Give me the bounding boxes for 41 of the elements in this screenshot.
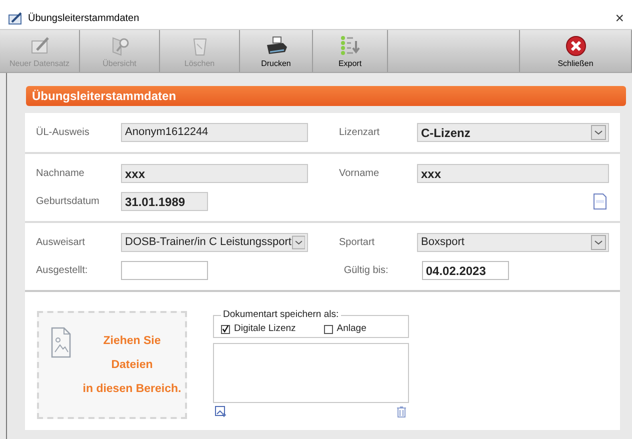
image-file-icon bbox=[51, 327, 71, 358]
field-label: ÜL-Ausweis bbox=[36, 126, 90, 140]
chevron-down-icon bbox=[292, 235, 305, 250]
input-field[interactable]: xxx bbox=[417, 164, 609, 183]
add-image-icon bbox=[215, 406, 227, 418]
field-label: Ausweisart bbox=[36, 236, 86, 250]
group-label: Dokumentart speichern als: bbox=[222, 308, 340, 322]
app-icon bbox=[8, 11, 24, 26]
checkbox[interactable]: Digitale Lizenz bbox=[221, 322, 296, 336]
drop-hint: Ziehen Sie Dateien in diesen Bereich. bbox=[82, 334, 182, 397]
dropdown[interactable]: C-Lizenz bbox=[417, 123, 609, 142]
toolbar-button[interactable]: Export bbox=[313, 30, 388, 72]
chevron-down-icon bbox=[591, 125, 606, 140]
add-image-button[interactable] bbox=[215, 406, 227, 418]
input-field[interactable]: xxx bbox=[121, 164, 308, 183]
check-icon bbox=[222, 325, 229, 334]
toolbar-button[interactable]: Schließen bbox=[520, 30, 632, 72]
field-label: Ausgestellt: bbox=[36, 264, 89, 278]
trash-icon bbox=[396, 406, 407, 418]
close-button[interactable]: × bbox=[615, 11, 624, 26]
date-field[interactable]: 04.02.2023 bbox=[422, 261, 509, 280]
field-label: Lizenzart bbox=[339, 126, 381, 140]
delete-button[interactable] bbox=[396, 406, 407, 418]
field-label: Sportart bbox=[339, 236, 376, 250]
field-label: Nachname bbox=[36, 167, 86, 181]
field-label: Vorname bbox=[339, 167, 380, 181]
section-header: Übungsleiterstammdaten bbox=[26, 86, 626, 106]
close-icon bbox=[564, 35, 586, 57]
chevron-down-icon bbox=[591, 235, 606, 250]
dropdown[interactable]: Boxsport bbox=[417, 233, 609, 252]
date-field[interactable] bbox=[121, 261, 208, 280]
field-label: Geburtsdatum bbox=[36, 195, 100, 209]
list-export-icon bbox=[339, 35, 361, 57]
checkbox[interactable]: Anlage bbox=[324, 322, 366, 336]
field-label: Gültig bis: bbox=[344, 264, 390, 278]
window-title: Übungsleiterstammdaten bbox=[28, 12, 140, 26]
printer-icon bbox=[265, 35, 287, 57]
dropdown[interactable]: DOSB-Trainer/in C Leistungssport bbox=[121, 233, 308, 252]
toolbar-button[interactable]: Drucken bbox=[240, 30, 313, 72]
date-field[interactable]: 31.01.1989 bbox=[121, 192, 208, 211]
input-field[interactable]: Anonym1612244 bbox=[121, 123, 308, 142]
